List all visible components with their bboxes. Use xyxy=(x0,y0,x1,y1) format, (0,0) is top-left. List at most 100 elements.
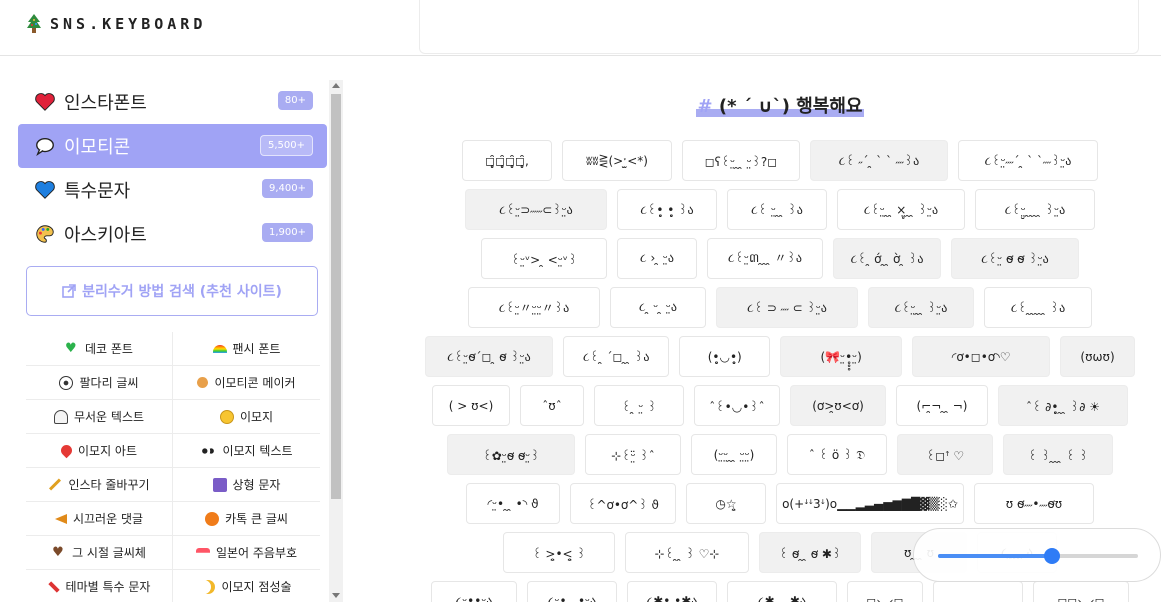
emoticon-row: ૮꒰ᵕ̤⊃˶˶˶⊂꒱ᵕ̤ა ૮꒰•̥̥̥ •̥̥̥ ꒱ა ૮꒰ ᵕ̤ ̯ ̯ ꒱ა ૮… xyxy=(425,189,1135,230)
emoticon-button[interactable]: ˶ ̯ ̯ ˶ xyxy=(933,581,1023,602)
pumpkin-icon xyxy=(205,511,220,526)
hash-mark: # xyxy=(697,96,713,117)
emoticon-button[interactable]: ૮꒰ ˶´ ̯ ` ` ˶˶꒱ა xyxy=(810,140,948,181)
brand-name: SNS.KEYBOARD xyxy=(50,15,207,33)
emoticon-button[interactable]: ◻ʕ꒰ᵕ̤ ̯ ̯ ᵕ̤꒱?◻ xyxy=(682,140,800,181)
scroll-up-icon[interactable] xyxy=(332,83,340,88)
link-fancy-font[interactable]: 팬시 폰트 xyxy=(173,332,320,365)
emoticon-button[interactable]: ꒰ ꒱ ̯ ̯ ̯ ꒰ ꒱ xyxy=(1003,434,1113,475)
emoticon-button[interactable]: ૮꒰ᵕ̤ ̯ ̯ ×̤̥ ̯ ̯ ꒱ᵕ̤ა xyxy=(837,189,965,230)
link-hieroglyph[interactable]: 상형 문자 xyxy=(173,468,320,501)
palette-icon xyxy=(36,225,54,243)
emoticon-button[interactable]: ૮꒰ ̯ ̯ ̯ ̯ ̯ ꒱ა xyxy=(984,287,1092,328)
emoticon-button[interactable]: ૮꒰•̥̥̥ •̥̥̥ ꒱ა xyxy=(617,189,717,230)
link-insta-linebreak[interactable]: 인스타 줄바꾸기 xyxy=(26,468,173,501)
emoticon-button[interactable]: ⊹꒰ᵕ̤̈ ꒱ˆ xyxy=(585,434,681,475)
sidebar-item-special-char[interactable]: 특수문자 9,400+ xyxy=(18,168,327,212)
emoticon-button[interactable]: ૮ ̯ ᵕ ̯ ᵕ̤ა xyxy=(610,287,706,328)
sidebar-item-insta-font[interactable]: 인스타폰트 80+ xyxy=(18,80,327,124)
emoticon-button[interactable]: ૮꒰ᵕ̤〃ᵕ̤ᵕ̤〃꒱ა xyxy=(468,287,600,328)
sidebar-item-emoticon[interactable]: 이모티콘 5,500+ xyxy=(18,124,327,168)
emoticon-button[interactable]: (⌐̯¬ ̯ ̯ ¬) xyxy=(896,385,988,426)
heading-text: (* ´ ∪`) 행복해요 xyxy=(718,96,863,117)
emoticon-button[interactable]: ʊ ơ̴˶˶•˶˶ơ̴ʊ xyxy=(974,483,1094,524)
emoticon-button[interactable]: (ơ>̯ʊ<ơ) xyxy=(790,385,886,426)
link-japanese-bopomofo[interactable]: 일본어 주음부호 xyxy=(173,536,320,569)
emoticon-button[interactable]: ◜ᵕ̤• ̯ ̯ •◝ ϑ xyxy=(466,483,560,524)
emoticon-button[interactable]: ˆ ꒰ ö ꒱ 𝔇 xyxy=(787,434,887,475)
sidebar-item-ascii-art[interactable]: 아스키아트 1,900+ xyxy=(18,212,327,256)
link-emoji[interactable]: 이모지 xyxy=(173,400,320,433)
emoticon-button[interactable]: ꒰◻ꜛ ♡ xyxy=(897,434,993,475)
megaphone-icon xyxy=(54,513,67,524)
link-limb-text[interactable]: 팔다리 글씨 xyxy=(26,366,173,399)
scrollbar-thumb[interactable] xyxy=(331,94,341,499)
smiley-icon xyxy=(219,409,234,424)
size-slider-panel xyxy=(913,528,1161,582)
emoticon-button[interactable]: ◻◻› ̯ ‹◻ xyxy=(1033,581,1129,602)
emoticon-button[interactable]: ʬʬ⋛(>ˑ̫<*) xyxy=(562,140,672,181)
emoticon-button[interactable]: ◻› ̯ ‹◻ xyxy=(847,581,923,602)
emoticon-row: ꒰✿ᵕ̤ơ̴̴ ơ̴̴ᵕ̤꒱ ⊹꒰ᵕ̤̈ ꒱ˆ (ᵕ̤ᵕ̤ ̯ ̯ ᵕ̤ᵕ̤) ˆ ꒰… xyxy=(425,434,1135,475)
emoticon-button[interactable]: ૮꒰ᵕ̤⊃˶˶˶⊂꒱ᵕ̤ა xyxy=(465,189,607,230)
link-emoji-astrology[interactable]: 이모지 점성술 xyxy=(173,570,320,602)
link-noisy-comment[interactable]: 시끄러운 댓글 xyxy=(26,502,173,535)
top-ad-panel xyxy=(419,0,1139,54)
emoticon-button[interactable]: ૮꒰ ⊃ ˶˶ ⊂ ꒱ᵕ̤ა xyxy=(716,287,858,328)
emoticon-button[interactable]: ⊹꒰ ̯ ̯ ꒱ ♡⊹ xyxy=(625,532,749,573)
emoticon-button[interactable]: ૮꒰ᵕ̤៣ ̯ ̯ ̯ 〃꒱ა xyxy=(707,238,823,279)
emoticon-button[interactable]: ૮꒰ᵕ̤ơ̴´◻ ̯ ơ̴ ꒱ᵕ̤ა xyxy=(425,336,553,377)
heart-icon xyxy=(35,93,55,111)
emoticon-button[interactable]: ◻̥̥̑◻̥̥̑◻̥̥̑◻̥̥̑, xyxy=(462,140,552,181)
emoticon-button[interactable]: ꒰ᵕ̤ᵛ> ̯ <ᵕ̤ᵛ꒱ xyxy=(481,238,607,279)
emoticon-button[interactable]: (ʊωʊ) xyxy=(1060,336,1135,377)
emoticon-button[interactable]: ◷☆̤̥ xyxy=(686,483,766,524)
emoticon-button[interactable]: ˆ꒰ ∂•̥̥̥ ̯ ̯ ꒱∂ ☀ xyxy=(998,385,1128,426)
emoticon-button[interactable]: ૮꒰ᵕ̤̮ ̯ ̯ ̯ ̯ ꒱ᵕ̤ა xyxy=(975,189,1095,230)
emoticon-button[interactable]: ˆʊˆ xyxy=(520,385,584,426)
blue-heart-icon xyxy=(35,181,55,199)
emoticon-button[interactable]: (•̥̥̥◡•̥̥̥) xyxy=(679,336,771,377)
link-emoji-text[interactable]: 이모지 텍스트 xyxy=(173,434,320,467)
emoticon-button[interactable]: (🎀ᵕ̤•̥̥̥ᵕ̤) xyxy=(780,336,903,377)
sidebar-item-label: 인스타폰트 xyxy=(64,93,147,114)
size-slider-track[interactable] xyxy=(938,548,1138,564)
emoticon-button[interactable]: ꒰ ơ̴ ̯ ̯ ơ̴ ✱꒱ xyxy=(759,532,861,573)
emoticon-button[interactable]: ૮꒰ᵕ̤ ơ̴̴ ơ̴̴ ꒱ᵕ̤ა xyxy=(951,238,1079,279)
emoticon-button[interactable]: o(+ꜜꜜ3ꜜ)o▁▁▂▃▄▅▆▇█▓▒░✩ xyxy=(776,483,964,524)
emoticon-button[interactable]: ૮꒰ᵕ̤ ̯ ̯ ꒱ᵕ̤ა xyxy=(868,287,974,328)
link-emoji-art[interactable]: 이모지 아트 xyxy=(26,434,173,467)
emoticon-button[interactable]: (ᵕ̤ᵕ̤ ̯ ̯ ᵕ̤ᵕ̤) xyxy=(691,434,777,475)
link-theme-special-char[interactable]: 테마별 특수 문자 xyxy=(26,570,173,602)
emoticon-button[interactable]: ◜ơ•◻•ơ◝♡ xyxy=(912,336,1051,377)
link-scary-text[interactable]: 무서운 텍스트 xyxy=(26,400,173,433)
emoticon-button[interactable]: ˆ꒰•◡•꒱ˆ xyxy=(694,385,780,426)
emoticon-button[interactable]: ꒰ >̤̥•<̤̥ ꒱ xyxy=(503,532,615,573)
emoticon-button[interactable]: ૮ᵕ̤• ̯ ̯ •ᵕ̤ა xyxy=(527,581,617,602)
brand-logo[interactable]: SNS.KEYBOARD xyxy=(26,14,206,34)
emoticon-button[interactable]: ૮ᵕ̤•̤̥•̤̥ᵕ̤ა xyxy=(431,581,517,602)
eyes-icon xyxy=(200,443,217,458)
emoticon-button[interactable]: ૮✱•̤̥ •̤̥✱ა xyxy=(627,581,717,602)
link-retro-font[interactable]: ♥ 그 시절 글씨체 xyxy=(26,536,173,569)
link-emoticon-maker[interactable]: 이모티콘 메이커 xyxy=(173,366,320,399)
sidebar-item-label: 아스키아트 xyxy=(64,225,147,246)
link-kakao-big-text[interactable]: 카톡 큰 글씨 xyxy=(173,502,320,535)
emoticon-button[interactable]: ꒰ ̯ ᵕ̤ ꒱ xyxy=(594,385,684,426)
emoticon-row: ૮꒰ᵕ̤ơ̴´◻ ̯ ơ̴ ꒱ᵕ̤ა ૮꒰ ̯ ´◻ ̯ ̯ ꒱ა (•̥̥̥◡•̥… xyxy=(425,336,1135,377)
link-deco-font[interactable]: ♥ 데코 폰트 xyxy=(26,332,173,365)
emoticon-button[interactable]: ( > ʊ<) xyxy=(432,385,510,426)
scroll-down-icon[interactable] xyxy=(332,593,340,598)
emoticon-button[interactable]: ૮꒰ ̯ ´◻ ̯ ̯ ꒱ა xyxy=(563,336,670,377)
size-slider-knob[interactable] xyxy=(1044,548,1060,564)
pin-icon xyxy=(58,442,75,459)
emoticon-button[interactable]: ꒰^ơ•ơ^꒱ ϑ xyxy=(570,483,676,524)
emoticon-button[interactable]: ꒰✿ᵕ̤ơ̴̴ ơ̴̴ᵕ̤꒱ xyxy=(447,434,575,475)
emoticon-button[interactable]: ૮꒰ ᵕ̤ ̯ ̯ ꒱ა xyxy=(727,189,827,230)
recycling-search-button[interactable]: 분리수거 방법 검색 (추천 사이트) xyxy=(26,266,318,316)
emoticon-button[interactable]: ૮꒰ᵕ̤˶˶´ ̯ ` `˶˶꒱ᵕ̤ა xyxy=(958,140,1098,181)
sidebar-scrollbar[interactable] xyxy=(329,80,343,602)
emoticon-button[interactable]: ૮ › ̯ ᵕ̤ა xyxy=(617,238,697,279)
emoticon-button[interactable]: ૮꒰ ̯ ớ ̯ ̯ ờ ̯ ꒱ა xyxy=(833,238,941,279)
emoticon-button[interactable]: ૮✱ ̯ ̯ ̯ ✱ა xyxy=(727,581,837,602)
